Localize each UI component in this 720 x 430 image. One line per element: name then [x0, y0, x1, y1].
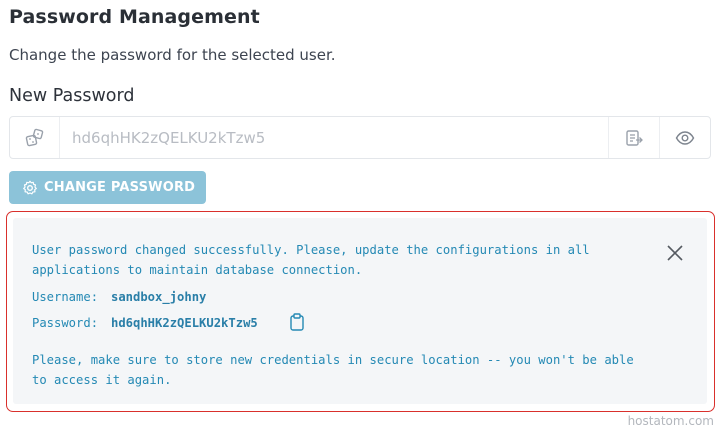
- new-password-input[interactable]: [60, 117, 608, 158]
- alert-content: User password changed successfully. Plea…: [13, 218, 707, 404]
- alert-warning: Please, make sure to store new credentia…: [32, 353, 634, 387]
- copy-password-button[interactable]: [608, 117, 659, 158]
- dice-icon: [25, 128, 43, 146]
- success-alert: User password changed successfully. Plea…: [6, 211, 715, 412]
- toggle-visibility-button[interactable]: [659, 117, 710, 158]
- close-icon[interactable]: [663, 241, 687, 265]
- username-value: sandbox_johny: [111, 290, 207, 304]
- new-password-label: New Password: [9, 86, 135, 106]
- username-label: Username:: [32, 290, 99, 304]
- password-label: Password:: [32, 316, 99, 330]
- change-password-label: CHANGE PASSWORD: [44, 180, 196, 195]
- password-value: hd6qhHK2zQELKU2kTzw5: [111, 316, 258, 330]
- change-password-button[interactable]: CHANGE PASSWORD: [9, 171, 206, 204]
- copy-icon[interactable]: [289, 313, 305, 331]
- watermark: hostatom.com: [627, 414, 714, 428]
- clipboard-copy-icon: [626, 129, 643, 146]
- alert-message: User password changed successfully. Plea…: [32, 243, 590, 277]
- new-password-group: [9, 116, 711, 159]
- generate-password-button[interactable]: [10, 117, 60, 158]
- page-description: Change the password for the selected use…: [9, 46, 336, 64]
- eye-icon: [675, 130, 695, 145]
- page-title: Password Management: [9, 6, 260, 28]
- gear-icon: [23, 180, 37, 194]
